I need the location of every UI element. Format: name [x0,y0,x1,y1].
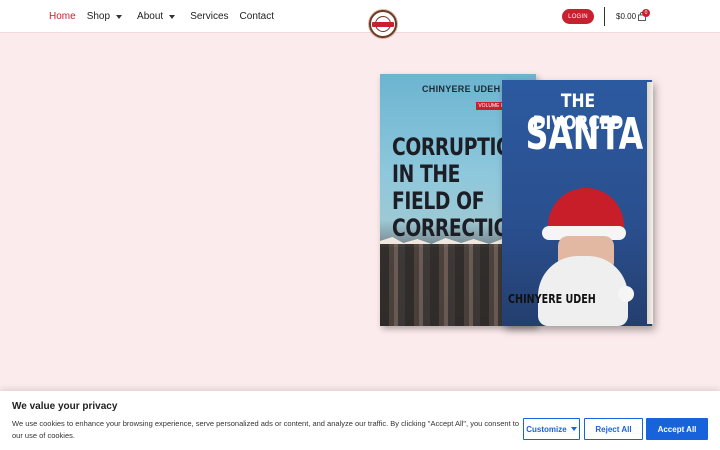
nav-item-home-label: Home [49,11,76,22]
cart-total[interactable]: $0.00 [616,12,636,21]
chevron-down-icon [116,14,123,19]
login-button[interactable]: LOGIN [562,9,594,24]
book2-page-edge [647,82,653,324]
cookie-banner: We value your privacy We use cookies to … [0,391,720,450]
nav-item-about[interactable]: About [137,11,179,22]
accept-all-button[interactable]: Accept All [646,418,708,440]
logo-band [372,22,394,27]
nav-item-home[interactable]: Home [49,11,76,22]
nav-item-contact-label: Contact [239,11,275,22]
reject-all-button[interactable]: Reject All [584,418,643,440]
nav-item-shop[interactable]: Shop [87,11,126,22]
book2-title-line2: SANTA [525,109,644,160]
cart-count-badge: 0 [642,9,650,17]
nav-item-contact[interactable]: Contact [240,11,274,22]
cookie-text: We use cookies to enhance your browsing … [12,419,519,440]
nav-item-services[interactable]: Services [190,11,228,22]
site-logo-icon[interactable] [369,10,397,38]
chevron-down-icon [169,14,176,19]
nav-item-services-label: Services [190,11,229,22]
customize-button[interactable]: Customize [523,418,580,440]
site-header: Home Shop About Services Contact LOGIN $… [0,0,720,38]
santa-pompom [618,286,634,302]
book1-title: CORRUPTION IN THE FIELD OF CORRECTIONS [392,133,536,242]
header-divider [604,7,605,26]
nav-item-about-label: About [137,11,164,22]
santa-beard [538,256,628,326]
book-cover-divorced-santa: THE DIVORCED SANTA CHINYERE UDEH [502,80,652,326]
cookie-title: We value your privacy [12,401,118,412]
customize-button-label: Customize [526,424,567,434]
book2-author: CHINYERE UDEH [508,292,596,306]
nav-item-shop-label: Shop [86,11,111,22]
book1-author: CHINYERE UDEH [422,84,501,94]
featured-books-image: CHINYERE UDEH VOLUME II CORRUPTION IN TH… [380,74,655,329]
chevron-down-icon [570,427,577,431]
main-nav: Home Shop About Services Contact [49,0,285,33]
